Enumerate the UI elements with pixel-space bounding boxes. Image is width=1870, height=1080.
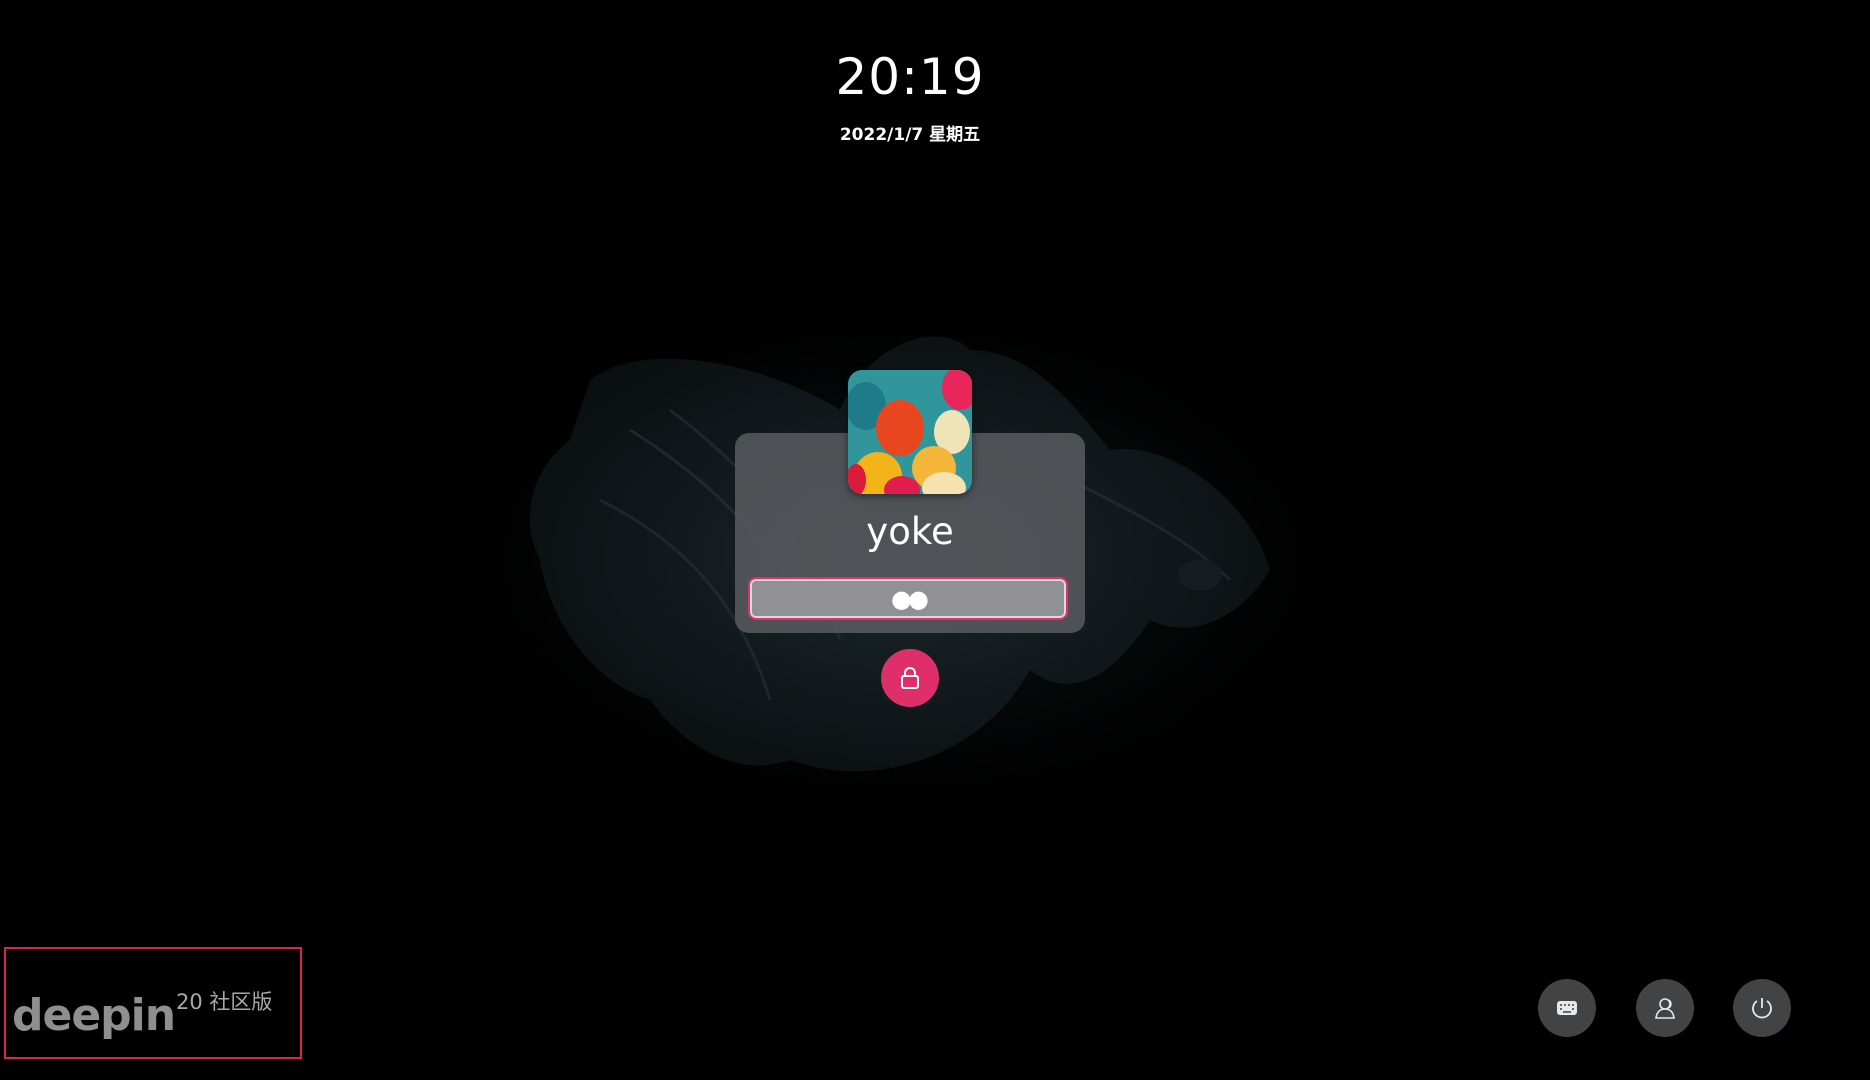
unlock-button[interactable] [881,649,939,707]
power-button[interactable] [1733,979,1791,1037]
keyboard-layout-button[interactable] [1538,979,1596,1037]
user-avatar[interactable] [848,370,972,494]
keyboard-icon [1557,1001,1577,1015]
clock-date: 2022/1/7 星期五 [839,125,981,145]
clock-time: 20:19 [835,48,985,106]
lock-icon [901,667,919,689]
switch-user-button[interactable] [1636,979,1694,1037]
lock-screen: 20:19 2022/1/7 星期五 yoke ●● deepin 20 社区版 [0,0,1870,1080]
power-icon [1752,998,1772,1019]
deepin-logo: deepin [12,990,176,1041]
password-input[interactable]: ●● [748,577,1068,620]
users-icon [1655,998,1675,1019]
balloons-avatar-icon [848,370,972,494]
edition-label: 20 社区版 [176,990,273,1014]
username: yoke [866,510,954,553]
